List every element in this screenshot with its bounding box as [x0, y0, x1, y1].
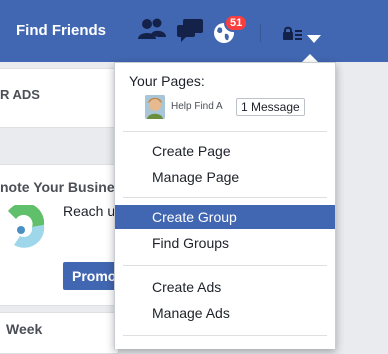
find-groups-item[interactable]: Find Groups [115, 231, 335, 255]
page-name: Help Find A [171, 101, 223, 112]
privacy-shortcuts-icon[interactable] [282, 26, 302, 45]
week-card: Week [0, 312, 119, 354]
menu-separator [123, 197, 327, 198]
find-friends-link[interactable]: Find Friends [16, 22, 106, 39]
create-page-item[interactable]: Create Page [115, 139, 335, 163]
friend-requests-icon[interactable] [138, 17, 166, 48]
dropdown-caret [302, 54, 318, 62]
messages-icon[interactable] [177, 19, 205, 48]
create-group-item[interactable]: Create Group [115, 205, 335, 229]
menu-separator [123, 131, 327, 132]
reach-text: Reach u [63, 203, 116, 219]
account-dropdown-menu: Your Pages: Help Find A 1 Message Create… [114, 62, 336, 349]
create-ads-item[interactable]: Create Ads [115, 275, 335, 299]
audience-gauge-icon [6, 202, 46, 254]
account-menu-chevron-down-icon[interactable] [307, 30, 321, 48]
week-label: Week [6, 321, 43, 337]
ads-section-label: R ADS [0, 87, 40, 102]
top-bar: Find Friends 51 [0, 0, 388, 62]
manage-ads-item[interactable]: Manage Ads [115, 301, 335, 325]
header-divider [260, 24, 261, 42]
menu-separator [123, 335, 327, 336]
menu-separator [123, 265, 327, 266]
notifications-count-badge: 51 [224, 14, 249, 32]
page-avatar [145, 95, 165, 119]
message-count-badge[interactable]: 1 Message [236, 98, 305, 116]
your-pages-label: Your Pages: [129, 73, 205, 89]
manage-page-item[interactable]: Manage Page [115, 165, 335, 189]
promote-title: note Your Busine [0, 179, 115, 195]
ads-card: R ADS [0, 68, 119, 128]
